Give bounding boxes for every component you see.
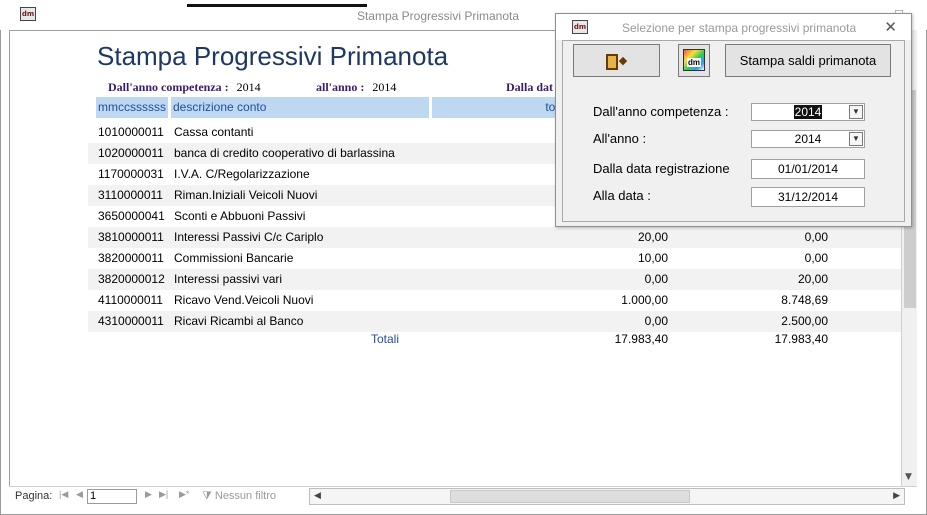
record-navigation-bar: Pagina: |◀ ◀ 1 ▶ ▶| ▶* ⧩ Nessun filtro ◀… bbox=[9, 486, 917, 506]
close-icon[interactable]: ✕ bbox=[884, 18, 897, 36]
from-date-field[interactable]: 01/01/2014 bbox=[751, 159, 865, 179]
prev-page-icon[interactable]: ◀ bbox=[76, 489, 83, 500]
row-total-3: 0,00 bbox=[866, 269, 902, 290]
totals-value-3: 12.303,40 bbox=[866, 329, 902, 350]
row-description: banca di credito cooperativo di barlassi… bbox=[174, 146, 395, 160]
filter-label: Nessun filtro bbox=[214, 490, 277, 502]
param-to-year: all'anno : 2014 bbox=[316, 80, 396, 95]
horizontal-scroll-thumb[interactable] bbox=[450, 490, 690, 503]
print-report-icon: dm bbox=[683, 49, 705, 71]
to-date-label: Alla data : bbox=[593, 188, 651, 203]
to-year-combo[interactable]: 2014 ▼ bbox=[751, 130, 865, 148]
column-header-total: total bbox=[432, 97, 572, 118]
row-description: I.V.A. C/Regolarizzazione bbox=[174, 167, 310, 181]
horizontal-scrollbar[interactable]: ◀ ▶ bbox=[309, 488, 905, 505]
chevron-down-icon[interactable]: ▼ bbox=[849, 105, 863, 119]
row-total-3: 0,00 bbox=[866, 290, 902, 311]
param-to-year-value: 2014 bbox=[372, 80, 397, 94]
dialog-body: ◆ dm Stampa saldi primanota Dall'anno co… bbox=[562, 40, 905, 222]
scroll-down-icon[interactable]: ▼ bbox=[905, 472, 912, 482]
row-code: 1010000011 bbox=[98, 125, 164, 139]
totals-value-1: 17.983,40 bbox=[614, 332, 668, 346]
row-code: 1170000031 bbox=[98, 167, 164, 181]
param-to-year-label: all'anno : bbox=[316, 80, 365, 94]
row-total-1: 0,00 bbox=[644, 272, 668, 286]
from-year-combo[interactable]: 2014 ▼ bbox=[751, 103, 865, 121]
param-from-year-value: 2014 bbox=[236, 80, 261, 94]
new-record-icon[interactable]: ▶* bbox=[179, 489, 189, 500]
row-total-3: 20,00 bbox=[866, 227, 902, 248]
row-code: 3820000012 bbox=[98, 272, 165, 286]
column-header-code: mmccssssss bbox=[96, 97, 168, 118]
from-year-value: 2014 bbox=[793, 105, 823, 119]
row-code: 3650000041 bbox=[98, 209, 165, 223]
report-title: Stampa Progressivi Primanota bbox=[97, 41, 449, 71]
row-description: Ricavo Vend.Veicoli Nuovi bbox=[174, 293, 314, 307]
param-from-date: Dalla dat bbox=[506, 80, 553, 95]
page-number-input[interactable]: 1 bbox=[87, 489, 137, 504]
param-from-year: Dall'anno competenza : 2014 bbox=[108, 80, 261, 95]
row-code: 1020000011 bbox=[98, 146, 164, 160]
scroll-right-icon[interactable]: ▶ bbox=[893, 490, 900, 501]
dialog-app-icon: dm bbox=[572, 20, 588, 34]
to-year-value: 2014 bbox=[794, 132, 822, 146]
print-report-button[interactable]: dm bbox=[678, 44, 710, 77]
row-description: Cassa contanti bbox=[174, 125, 254, 139]
row-code: 3110000011 bbox=[98, 188, 163, 202]
row-total-3: 10,00 bbox=[866, 248, 902, 269]
totals-row: Totali 17.983,40 17.983,40 12.303,40 bbox=[88, 329, 902, 350]
page-label: Pagina: bbox=[15, 490, 53, 502]
row-code: 4110000011 bbox=[98, 293, 163, 307]
from-date-label: Dalla data registrazione bbox=[593, 161, 730, 176]
row-total-2: 0,00 bbox=[804, 251, 828, 265]
from-year-label: Dall'anno competenza : bbox=[593, 104, 729, 119]
totals-value-2: 17.983,40 bbox=[774, 332, 828, 346]
table-row: 3810000011 Interessi Passivi C/c Cariplo 2… bbox=[88, 227, 902, 248]
titlebar-accent bbox=[187, 4, 367, 7]
row-total-1: 20,00 bbox=[637, 230, 668, 244]
filter-indicator[interactable]: ⧩ Nessun filtro bbox=[202, 490, 276, 503]
print-balances-button[interactable]: Stampa saldi primanota bbox=[725, 44, 891, 77]
row-description: Commissioni Bancarie bbox=[174, 251, 294, 265]
row-total-1: 10,00 bbox=[637, 251, 668, 265]
totals-label: Totali bbox=[371, 332, 400, 346]
filter-icon: ⧩ bbox=[202, 490, 212, 502]
row-description: Interessi Passivi C/c Cariplo bbox=[174, 230, 324, 244]
scroll-left-icon[interactable]: ◀ bbox=[314, 490, 321, 501]
table-row: 3820000011 Commissioni Bancarie 10,00 0,00 1… bbox=[88, 248, 902, 269]
next-page-icon[interactable]: ▶ bbox=[145, 489, 152, 500]
row-code: 3820000011 bbox=[98, 251, 164, 265]
exit-door-icon bbox=[605, 53, 618, 70]
row-total-2: 8.748,69 bbox=[781, 293, 828, 307]
to-date-field[interactable]: 31/12/2014 bbox=[751, 187, 865, 207]
row-description: Sconti e Abbuoni Passivi bbox=[174, 209, 306, 223]
row-code: 3810000011 bbox=[98, 230, 164, 244]
dialog-title: Selezione per stampa progressivi primano… bbox=[622, 21, 857, 35]
first-page-icon[interactable]: |◀ bbox=[59, 489, 68, 500]
row-description: Riman.Iniziali Veicoli Nuovi bbox=[174, 188, 318, 202]
selection-dialog: dm Selezione per stampa progressivi prim… bbox=[555, 13, 912, 227]
param-from-date-label: Dalla dat bbox=[506, 80, 554, 94]
last-page-icon[interactable]: ▶| bbox=[159, 489, 168, 500]
dialog-titlebar: dm Selezione per stampa progressivi prim… bbox=[556, 14, 911, 40]
table-row: 4110000011 Ricavo Vend.Veicoli Nuovi 1.000… bbox=[88, 290, 902, 311]
exit-arrow-icon: ◆ bbox=[618, 55, 628, 68]
exit-button[interactable]: ◆ bbox=[573, 44, 660, 77]
row-description: Interessi passivi vari bbox=[174, 272, 283, 286]
column-header-description: descrizione conto bbox=[171, 97, 429, 118]
param-from-year-label: Dall'anno competenza : bbox=[108, 80, 229, 94]
row-total-1: 1.000,00 bbox=[621, 293, 668, 307]
chevron-down-icon[interactable]: ▼ bbox=[849, 132, 863, 146]
row-total-2: 20,00 bbox=[797, 272, 828, 286]
table-row: 3820000012 Interessi passivi vari 0,00 20,0… bbox=[88, 269, 902, 290]
to-year-label: All'anno : bbox=[593, 131, 647, 146]
row-total-2: 0,00 bbox=[804, 230, 828, 244]
